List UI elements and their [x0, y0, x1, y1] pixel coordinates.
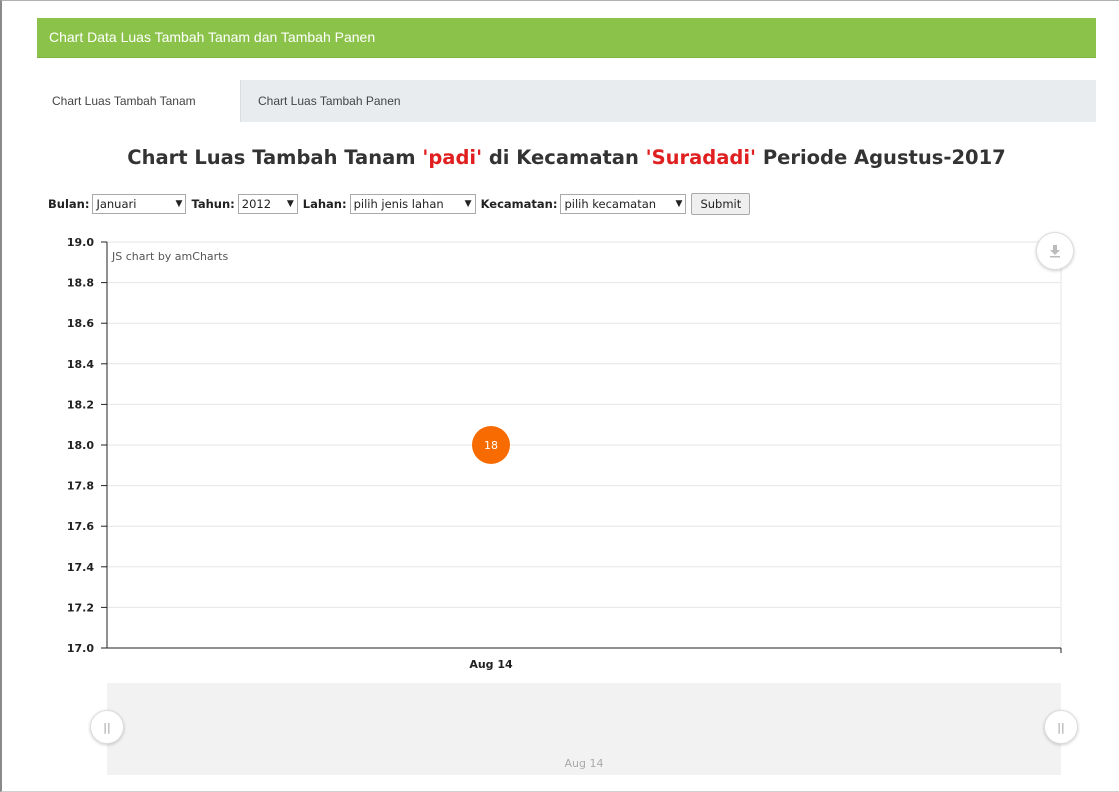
scrollbar-label: Aug 14	[565, 757, 604, 770]
y-tick-label: 18.6	[67, 317, 94, 330]
y-tick-label: 19.0	[67, 236, 94, 249]
y-tick-label: 18.2	[67, 398, 94, 411]
scrollbar-left-handle[interactable]: ||	[90, 710, 124, 744]
y-tick-label: 18.4	[67, 358, 94, 371]
download-icon	[1050, 245, 1060, 258]
y-tick-label: 17.0	[67, 642, 94, 655]
data-point-label: 18	[484, 439, 498, 452]
amcharts-credit[interactable]: JS chart by amCharts	[111, 250, 228, 263]
x-tick-label: Aug 14	[469, 658, 513, 671]
chart-grid	[107, 241, 1062, 648]
y-tick-label: 17.2	[67, 601, 94, 614]
y-tick-label: 18.8	[67, 277, 94, 290]
scrollbar-right-handle[interactable]: ||	[1044, 710, 1078, 744]
grip-icon: ||	[1057, 720, 1065, 734]
y-tick-label: 18.0	[67, 439, 94, 452]
line-chart: 19.0 18.8 18.6 18.4 18.2 18.0 17.8 17.6 17.4 17.2…	[67, 236, 1062, 775]
export-button[interactable]	[1036, 232, 1074, 270]
y-tick-label: 17.6	[67, 520, 94, 533]
y-tick-label: 17.4	[67, 561, 94, 574]
data-points: 18	[472, 426, 510, 464]
grip-icon: ||	[103, 720, 111, 734]
y-tick-label: 17.8	[67, 480, 94, 493]
x-axis-labels: Aug 14	[469, 658, 513, 671]
